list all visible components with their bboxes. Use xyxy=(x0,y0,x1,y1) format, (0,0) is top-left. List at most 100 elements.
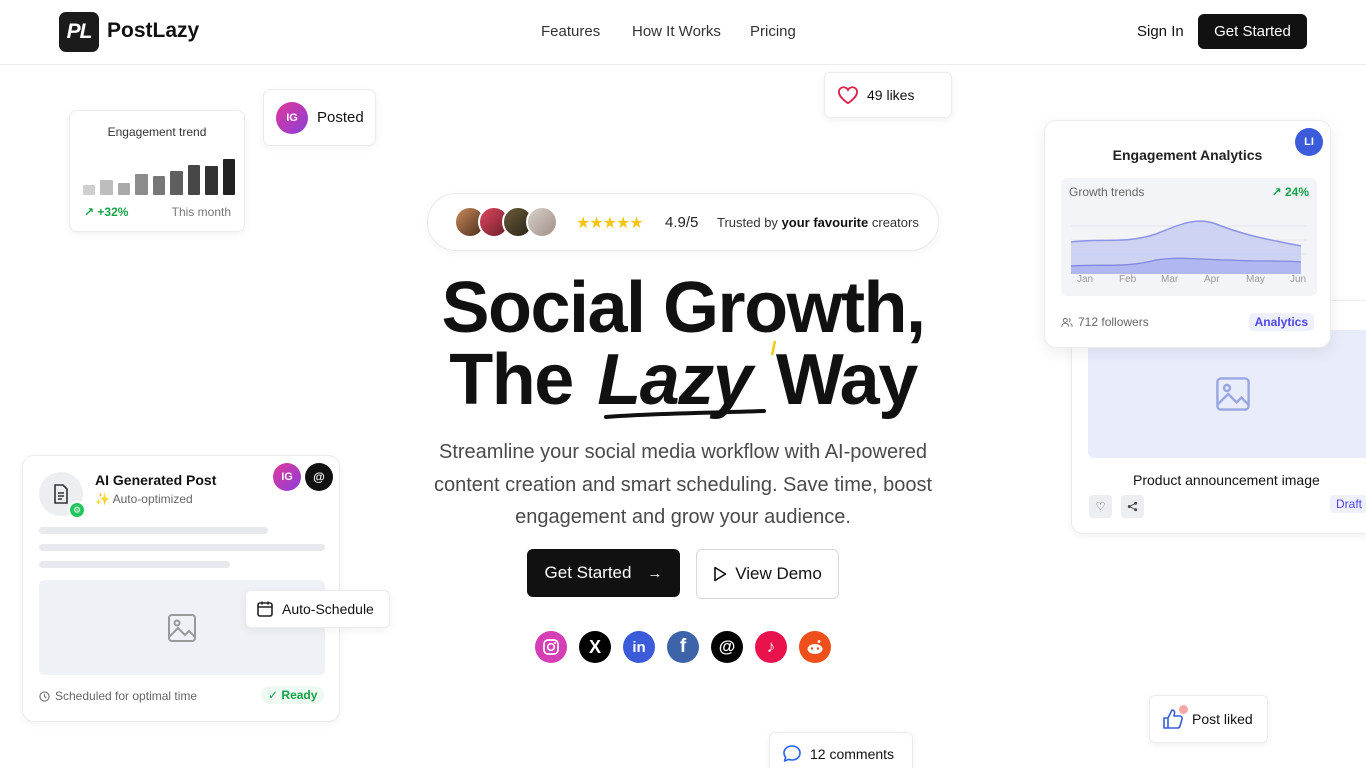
text-skeleton xyxy=(39,561,230,568)
arrow-right-icon: → xyxy=(647,564,663,582)
heart-icon xyxy=(837,86,859,105)
hero-get-started-button[interactable]: Get Started → xyxy=(527,549,680,597)
sparkle-icon: ✨ xyxy=(95,492,110,506)
trend-period: This month xyxy=(171,205,231,219)
view-demo-label: View Demo xyxy=(735,564,822,583)
auto-schedule-pill: Auto-Schedule xyxy=(245,590,390,628)
trusted-prefix: Trusted by xyxy=(717,215,778,230)
analytics-title: Engagement Analytics xyxy=(1112,147,1263,163)
text-skeleton xyxy=(39,544,325,551)
likes-pill: 49 likes xyxy=(824,72,952,118)
nav-how-it-works[interactable]: How It Works xyxy=(632,23,721,40)
trend-up-icon: ↗ xyxy=(1271,185,1282,199)
hero-title-line1: Social Growth, xyxy=(441,268,926,348)
post-liked-label: Post liked xyxy=(1192,711,1253,727)
draft-badge: Draft xyxy=(1330,495,1366,513)
trend-bar xyxy=(222,159,235,195)
comment-icon xyxy=(783,745,801,762)
growth-area-chart xyxy=(1071,220,1307,274)
likes-label: 49 likes xyxy=(867,87,915,103)
trend-up-icon: ↗ xyxy=(84,205,95,219)
threads-icon[interactable]: @ xyxy=(711,631,743,663)
month-label: Apr xyxy=(1204,274,1220,285)
followers-text: 712 followers xyxy=(1078,315,1149,329)
trend-title: Engagement trend xyxy=(107,125,207,139)
month-label: Jun xyxy=(1290,274,1307,285)
threads-badge: @ xyxy=(305,463,333,491)
logo-icon[interactable]: PL xyxy=(59,12,99,52)
linkedin-badge: LI xyxy=(1295,128,1323,156)
view-demo-button[interactable]: View Demo xyxy=(696,549,839,599)
posted-pill: IG Posted xyxy=(263,89,376,146)
title-way: Way xyxy=(775,340,918,420)
growth-change: ↗ 24% xyxy=(1272,185,1309,199)
month-label: Mar xyxy=(1161,274,1179,285)
ai-post-subtitle: ✨ Auto-optimized xyxy=(95,492,193,506)
clock-icon xyxy=(39,690,50,702)
followers-info: 712 followers xyxy=(1061,315,1149,329)
check-icon: ✓ xyxy=(268,688,279,702)
sparkle-icon xyxy=(770,340,777,356)
comments-label: 12 comments xyxy=(810,746,895,762)
facebook-icon[interactable]: f xyxy=(667,631,699,663)
trend-bar xyxy=(100,180,113,195)
calendar-icon xyxy=(257,601,273,617)
x-icon[interactable]: X xyxy=(579,631,611,663)
trend-bar xyxy=(187,165,201,195)
rating-value: 4.9/5 xyxy=(665,214,699,231)
sign-in-link[interactable]: Sign In xyxy=(1137,23,1184,40)
trend-change: ↗ +32% xyxy=(84,205,128,219)
brand-name[interactable]: PostLazy xyxy=(107,19,199,43)
trend-bar xyxy=(152,176,166,195)
schedule-info: Scheduled for optimal time xyxy=(39,689,197,703)
comments-pill: 12 comments xyxy=(769,732,913,768)
analytics-tag: Analytics xyxy=(1248,313,1314,331)
hero-subtitle: Streamline your social media workflow wi… xyxy=(433,441,933,528)
trend-change-value: +32% xyxy=(97,205,129,219)
instagram-icon[interactable] xyxy=(535,631,567,663)
trend-bar xyxy=(205,166,218,195)
schedule-text: Scheduled for optimal time xyxy=(55,689,198,703)
status-text: Ready xyxy=(281,688,318,702)
posted-label: Posted xyxy=(317,109,364,126)
image-placeholder xyxy=(1088,330,1366,458)
reddit-icon[interactable] xyxy=(799,631,831,663)
ai-post-subtitle-text: Auto-optimized xyxy=(112,492,193,506)
thumbs-up-icon xyxy=(1162,705,1188,730)
instagram-badge: IG xyxy=(276,102,308,134)
status-badge: ✓ Ready xyxy=(261,686,325,704)
ai-post-title: AI Generated Post xyxy=(95,472,217,488)
trend-bar xyxy=(117,183,131,195)
growth-chart: Growth trends ↗ 24% Jan Feb Mar Apr May … xyxy=(1061,178,1317,296)
growth-change-value: 24% xyxy=(1284,185,1309,199)
heart-icon[interactable]: ♡ xyxy=(1089,495,1112,518)
month-label: May xyxy=(1246,274,1265,285)
site-header: PL PostLazy Features How It Works Pricin… xyxy=(0,0,1366,65)
auto-schedule-label: Auto-Schedule xyxy=(282,601,374,617)
nav-pricing[interactable]: Pricing xyxy=(750,23,796,40)
trusted-text: Trusted by your favourite creators xyxy=(717,215,919,230)
tiktok-icon[interactable]: ♪ xyxy=(755,631,787,663)
image-icon xyxy=(1216,377,1250,411)
lazy-underline-icon xyxy=(604,409,766,419)
play-icon xyxy=(714,566,727,582)
trend-bar xyxy=(135,174,148,195)
image-icon xyxy=(168,613,196,642)
post-liked-pill: Post liked xyxy=(1149,695,1268,743)
title-the: The xyxy=(449,340,574,420)
text-skeleton xyxy=(39,527,268,534)
title-lazy: Lazy xyxy=(597,340,753,420)
month-label: Jan xyxy=(1077,274,1094,285)
rating-stars-icon: ★★★★★ xyxy=(576,215,644,232)
linkedin-icon[interactable]: in xyxy=(623,631,655,663)
trust-pill: ★★★★★ 4.9/5 Trusted by your favourite cr… xyxy=(427,193,939,251)
robot-icon: ⚙ xyxy=(68,501,86,519)
header-get-started-button[interactable]: Get Started xyxy=(1198,14,1307,49)
get-started-label: Get Started xyxy=(544,563,632,582)
share-icon[interactable] xyxy=(1121,495,1144,518)
trend-bar xyxy=(170,171,183,195)
product-caption: Product announcement image xyxy=(1133,472,1320,488)
growth-label: Growth trends xyxy=(1069,185,1145,199)
users-icon xyxy=(1061,317,1073,327)
nav-features[interactable]: Features xyxy=(541,23,600,40)
